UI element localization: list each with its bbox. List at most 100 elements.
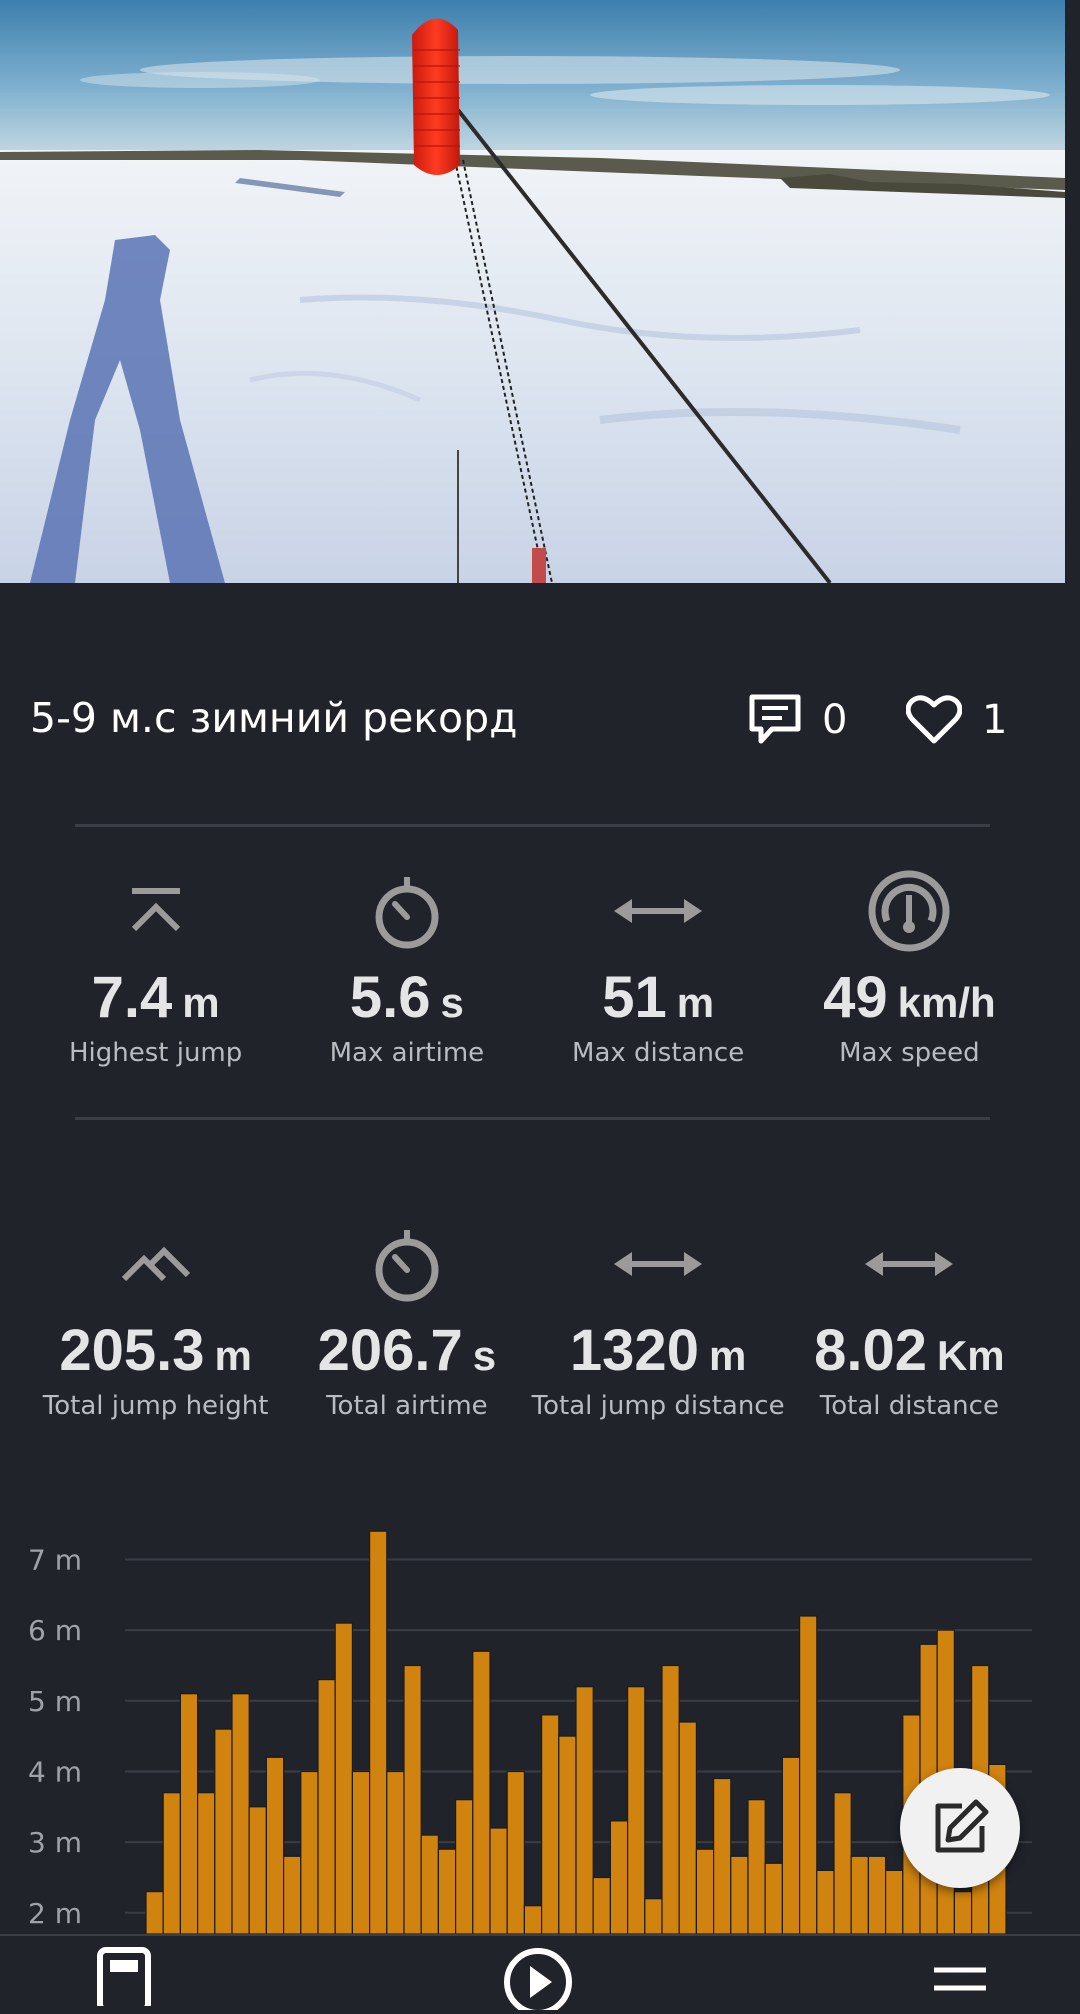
stat-value: 49 (823, 965, 888, 1030)
chart-bar (850, 1855, 870, 1934)
session-header: 5-9 м.с зимний рекорд 0 1 (0, 680, 1080, 760)
chart-bar (884, 1869, 904, 1934)
chart-bar (798, 1615, 818, 1934)
stat-value: 51 (602, 965, 667, 1030)
stat-max-distance: 51 m Max distance (533, 866, 784, 1068)
chart-bar (386, 1770, 405, 1934)
totals-stats: 205.3 m Total jump height 206.7 s Total … (30, 1219, 1035, 1421)
chart-bar (644, 1898, 663, 1934)
stat-value: 1320 (569, 1318, 699, 1383)
chart-bar (403, 1664, 422, 1934)
y-tick-label: 4 m (28, 1755, 82, 1788)
chart-bar (695, 1848, 715, 1934)
total-jump-icon (121, 1246, 190, 1282)
stat-unit: Km (936, 1332, 1005, 1379)
chart-bar (231, 1693, 250, 1934)
horizontal-arrows-icon (614, 1252, 703, 1276)
y-tick-label: 3 m (28, 1826, 82, 1859)
stat-label: Total airtime (326, 1391, 488, 1421)
chart-bar (455, 1799, 474, 1934)
stat-value: 206.7 (317, 1318, 463, 1383)
stopwatch-icon (375, 877, 439, 949)
horizontal-arrows-icon (865, 1252, 954, 1276)
chart-bar (162, 1792, 181, 1934)
chart-bar (833, 1792, 852, 1934)
stat-unit: s (472, 1332, 497, 1379)
nav-play[interactable] (502, 1946, 574, 2014)
stat-label: Total jump distance (531, 1391, 785, 1421)
chart-bar (592, 1876, 612, 1934)
y-tick-label: 5 m (28, 1685, 82, 1718)
chart-bar (369, 1530, 388, 1934)
chart-bar (437, 1848, 457, 1934)
stat-total-distance: 8.02 Km Total distance (784, 1219, 1035, 1421)
stat-label: Total jump height (42, 1391, 269, 1421)
stat-label: Total distance (819, 1391, 999, 1421)
horizontal-arrows-icon (614, 899, 703, 923)
chart-bar (730, 1855, 749, 1934)
bottom-navigation (0, 1934, 1080, 2014)
chart-bar (523, 1905, 543, 1934)
photo-scroll-edge (1065, 0, 1080, 583)
session-title: 5-9 м.с зимний рекорд (30, 694, 518, 742)
play-circle-icon (504, 1948, 572, 2014)
chart-bar (283, 1855, 302, 1934)
stat-max-airtime: 5.6 s Max airtime (281, 866, 532, 1068)
chart-bar (197, 1792, 216, 1934)
chart-bar (351, 1770, 371, 1934)
heart-icon (906, 695, 962, 744)
chart-bar (661, 1664, 680, 1934)
stat-total-airtime: 206.7 s Total airtime (281, 1219, 532, 1421)
session-photo-image (0, 0, 1065, 583)
stopwatch-icon (375, 1230, 439, 1302)
stat-max-speed: 49 km/h Max speed (784, 866, 1035, 1068)
chart-bar (420, 1834, 440, 1934)
records-stats: 7.4 m Highest jump 5.6 s Max airtime 51 … (30, 866, 1035, 1068)
chart-bar (747, 1799, 766, 1934)
stat-unit: s (440, 979, 464, 1026)
journal-icon (97, 1947, 151, 2013)
chart-bar (575, 1686, 594, 1934)
menu-icon (934, 1967, 986, 1991)
likes-button[interactable]: 1 (906, 692, 1007, 748)
stat-highest-jump: 7.4 m Highest jump (30, 866, 281, 1068)
chart-bar (265, 1756, 285, 1934)
y-tick-label: 2 m (28, 1897, 82, 1930)
chart-bar (317, 1679, 336, 1934)
stat-unit: m (182, 979, 220, 1026)
divider (75, 824, 990, 827)
edit-button[interactable] (900, 1768, 1020, 1888)
stat-label: Max speed (839, 1038, 980, 1068)
chart-bar (558, 1735, 577, 1934)
comments-button[interactable]: 0 (748, 692, 847, 748)
edit-icon (935, 1799, 989, 1853)
stat-label: Max airtime (329, 1038, 485, 1068)
stat-unit: km/h (897, 979, 996, 1026)
chart-bar (953, 1891, 973, 1934)
stat-value: 7.4 (91, 965, 173, 1030)
chart-bar (300, 1770, 319, 1934)
chart-bar (179, 1693, 199, 1934)
chart-bar (609, 1820, 629, 1934)
chart-bar (214, 1728, 233, 1934)
chart-bar (764, 1862, 784, 1934)
chart-bar (816, 1869, 835, 1934)
divider (75, 1117, 990, 1120)
comments-count: 0 (822, 697, 848, 743)
chart-bar (540, 1714, 560, 1934)
likes-count: 1 (982, 697, 1008, 743)
chart-bar (712, 1777, 732, 1934)
stat-total-jump-height: 205.3 m Total jump height (30, 1219, 281, 1421)
stat-value: 205.3 (59, 1318, 205, 1383)
speedometer-icon (868, 870, 950, 952)
chart-bar (145, 1891, 164, 1934)
chart-bar (489, 1827, 508, 1934)
stat-total-jump-distance: 1320 m Total jump distance (531, 1219, 785, 1421)
session-photo[interactable] (0, 0, 1065, 583)
chart-bar (867, 1855, 887, 1934)
nav-menu[interactable] (932, 1946, 988, 2010)
chart-bar (506, 1770, 526, 1934)
nav-journal[interactable] (96, 1946, 152, 2013)
stat-unit: m (214, 1332, 252, 1379)
stat-label: Highest jump (68, 1038, 243, 1068)
